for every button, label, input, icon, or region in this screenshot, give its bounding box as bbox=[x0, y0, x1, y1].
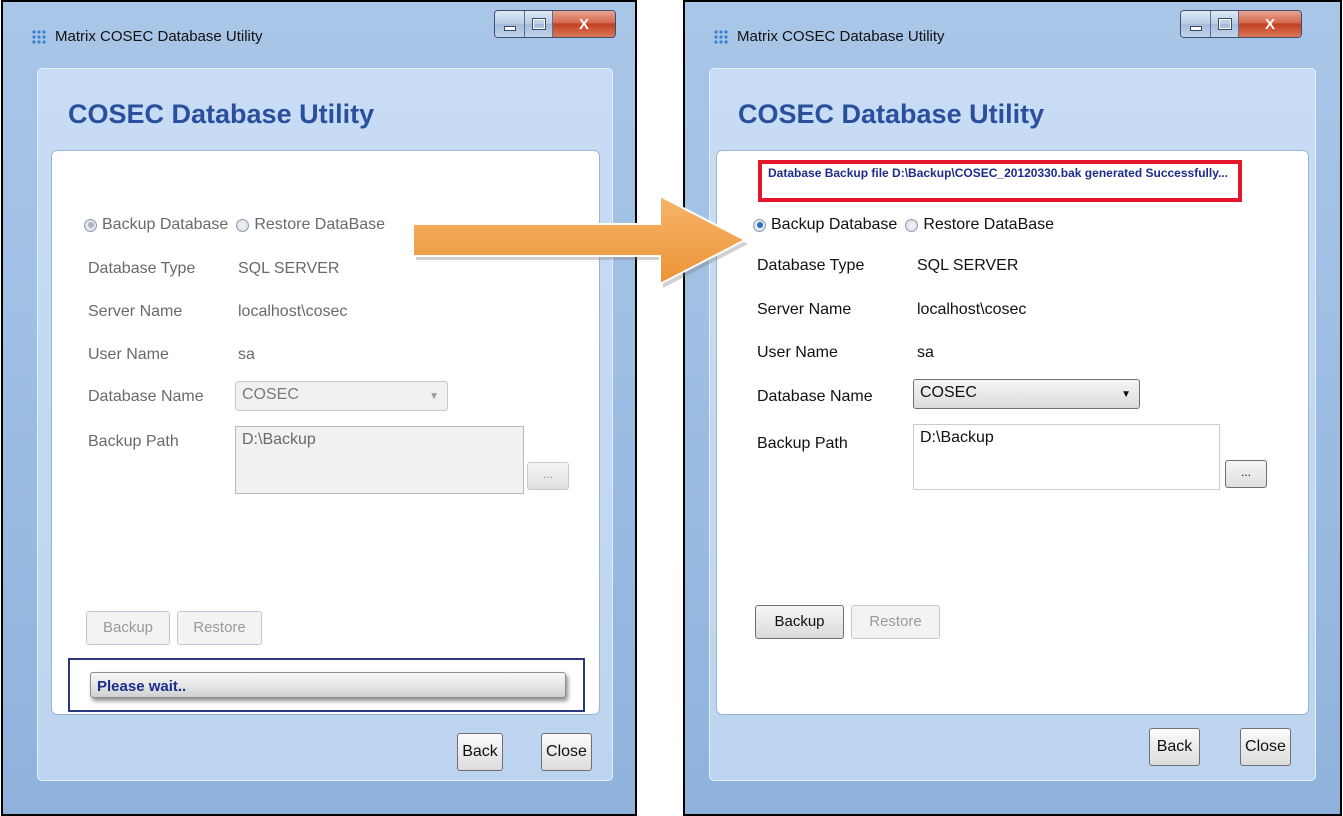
backup-radio[interactable] bbox=[753, 218, 766, 232]
backup-path-input[interactable]: D:\Backup bbox=[235, 426, 524, 494]
database-name-select[interactable]: COSEC ▼ bbox=[913, 379, 1140, 409]
right-window: Matrix COSEC Database Utility X COSEC Da… bbox=[685, 2, 1340, 814]
dropdown-arrow-icon: ▼ bbox=[1121, 389, 1131, 400]
restore-radio-label[interactable]: Restore DataBase bbox=[254, 216, 385, 234]
database-type-label: Database Type bbox=[88, 260, 196, 277]
backup-radio[interactable] bbox=[84, 218, 97, 232]
title-bar[interactable]: Matrix COSEC Database Utility X bbox=[685, 2, 1340, 64]
restore-button[interactable]: Restore bbox=[851, 605, 940, 639]
database-name-label: Database Name bbox=[88, 388, 204, 405]
database-type-label: Database Type bbox=[757, 257, 865, 274]
left-window: Matrix COSEC Database Utility X COSEC Da… bbox=[3, 2, 635, 814]
main-panel: COSEC Database Utility Backup Database R… bbox=[37, 68, 613, 781]
page-title: COSEC Database Utility bbox=[738, 99, 1045, 129]
database-name-select[interactable]: COSEC ▼ bbox=[235, 381, 448, 411]
browse-button[interactable]: ... bbox=[1225, 460, 1267, 488]
content-box: Database Backup file D:\Backup\COSEC_201… bbox=[716, 150, 1309, 715]
server-name-value: localhost\cosec bbox=[238, 303, 348, 320]
minimize-icon bbox=[1189, 25, 1202, 31]
transition-arrow-icon bbox=[412, 194, 748, 288]
back-button[interactable]: Back bbox=[457, 733, 503, 771]
maximize-button[interactable] bbox=[525, 11, 553, 37]
main-panel: COSEC Database Utility Database Backup f… bbox=[709, 68, 1316, 781]
right-screenshot-frame: Matrix COSEC Database Utility X COSEC Da… bbox=[683, 0, 1342, 816]
database-type-value: SQL SERVER bbox=[238, 260, 340, 277]
dropdown-arrow-icon: ▼ bbox=[429, 391, 439, 402]
user-name-label: User Name bbox=[757, 344, 838, 361]
user-name-label: User Name bbox=[88, 346, 169, 363]
user-name-value: sa bbox=[917, 344, 934, 361]
close-icon: X bbox=[1264, 15, 1275, 33]
close-button[interactable]: Close bbox=[541, 733, 592, 771]
back-button[interactable]: Back bbox=[1149, 728, 1200, 766]
server-name-label: Server Name bbox=[757, 301, 852, 318]
backup-radio-label[interactable]: Backup Database bbox=[102, 216, 228, 234]
user-name-value: sa bbox=[238, 346, 255, 363]
window-title: Matrix COSEC Database Utility bbox=[55, 28, 263, 45]
server-name-label: Server Name bbox=[88, 303, 183, 320]
backup-path-input[interactable]: D:\Backup bbox=[913, 424, 1220, 490]
app-icon bbox=[32, 30, 46, 44]
maximize-icon bbox=[1217, 18, 1232, 30]
progress-message: Please wait.. bbox=[90, 672, 566, 698]
backup-path-label: Backup Path bbox=[757, 435, 848, 452]
minimize-icon bbox=[503, 25, 516, 31]
restore-radio-label[interactable]: Restore DataBase bbox=[923, 216, 1054, 234]
status-message: Database Backup file D:\Backup\COSEC_201… bbox=[758, 160, 1242, 202]
browse-button[interactable]: ... bbox=[527, 462, 569, 490]
database-name-label: Database Name bbox=[757, 388, 873, 405]
maximize-button[interactable] bbox=[1211, 11, 1239, 37]
app-icon bbox=[714, 30, 728, 44]
backup-button[interactable]: Backup bbox=[86, 611, 170, 645]
page-title: COSEC Database Utility bbox=[68, 99, 375, 129]
maximize-icon bbox=[531, 18, 546, 30]
progress-dialog: Please wait.. bbox=[68, 658, 585, 712]
caption-buttons: X bbox=[1180, 10, 1302, 38]
minimize-button[interactable] bbox=[1181, 11, 1211, 37]
mode-radio-group: Backup Database Restore DataBase bbox=[753, 216, 1062, 234]
title-bar[interactable]: Matrix COSEC Database Utility X bbox=[3, 2, 635, 64]
server-name-value: localhost\cosec bbox=[917, 301, 1027, 318]
window-title: Matrix COSEC Database Utility bbox=[737, 28, 945, 45]
close-window-button[interactable]: X bbox=[553, 11, 615, 37]
database-type-value: SQL SERVER bbox=[917, 257, 1019, 274]
mode-radio-group: Backup Database Restore DataBase bbox=[84, 216, 393, 234]
left-screenshot-frame: Matrix COSEC Database Utility X COSEC Da… bbox=[1, 0, 637, 816]
restore-button[interactable]: Restore bbox=[177, 611, 262, 645]
database-name-selected: COSEC bbox=[242, 386, 299, 403]
caption-buttons: X bbox=[494, 10, 616, 38]
close-icon: X bbox=[578, 15, 589, 33]
backup-button[interactable]: Backup bbox=[755, 605, 844, 639]
restore-radio[interactable] bbox=[905, 218, 919, 232]
minimize-button[interactable] bbox=[495, 11, 525, 37]
backup-path-label: Backup Path bbox=[88, 433, 179, 450]
close-button[interactable]: Close bbox=[1240, 728, 1291, 766]
restore-radio[interactable] bbox=[236, 218, 250, 232]
database-name-selected: COSEC bbox=[920, 384, 977, 401]
close-window-button[interactable]: X bbox=[1239, 11, 1301, 37]
backup-radio-label[interactable]: Backup Database bbox=[771, 216, 897, 234]
